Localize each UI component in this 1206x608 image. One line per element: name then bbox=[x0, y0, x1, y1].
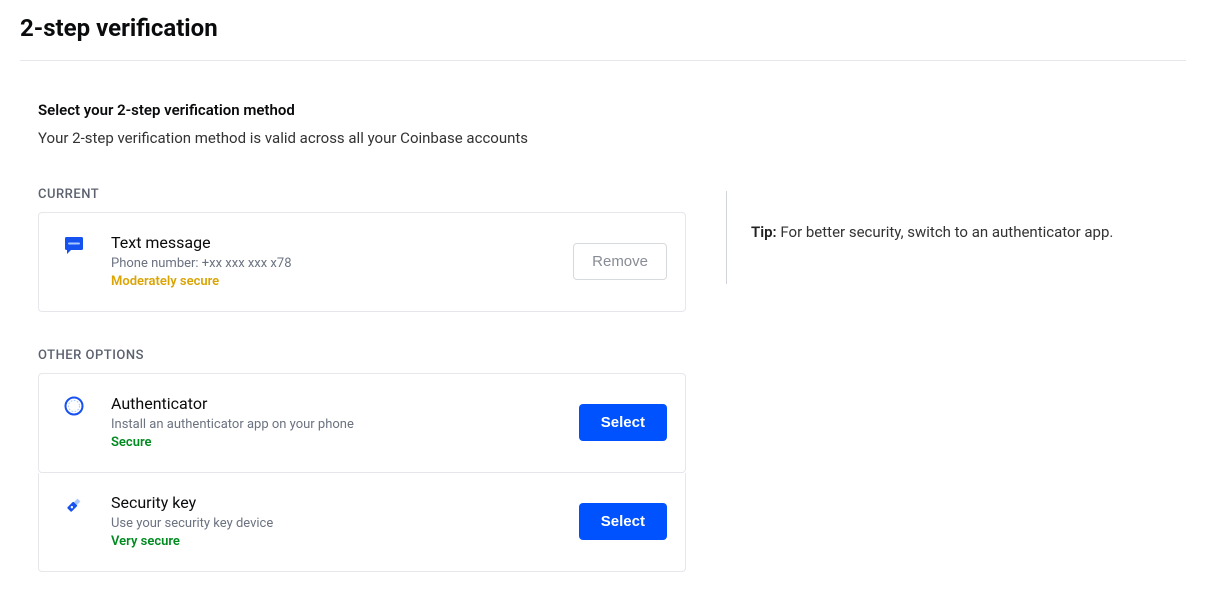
method-title: Security key bbox=[111, 493, 553, 512]
other-options-section: OTHER OPTIONS Authenticator Install an a… bbox=[38, 348, 686, 572]
security-level: Moderately secure bbox=[111, 274, 547, 289]
method-card-authenticator: Authenticator Install an authenticator a… bbox=[38, 373, 686, 473]
tip-label: Tip: bbox=[751, 223, 777, 241]
security-level: Secure bbox=[111, 435, 553, 450]
tip-panel: Tip: For better security, switch to an a… bbox=[726, 191, 1126, 284]
security-level: Very secure bbox=[111, 534, 553, 549]
security-key-icon bbox=[63, 495, 85, 517]
method-desc: Phone number: +xx xxx xxx x78 bbox=[111, 256, 547, 271]
section-label-current: CURRENT bbox=[38, 187, 686, 202]
sms-icon bbox=[63, 235, 85, 257]
select-button-authenticator[interactable]: Select bbox=[579, 404, 667, 441]
method-card-text-message: Text message Phone number: +xx xxx xxx x… bbox=[38, 212, 686, 312]
instructions: Select your 2-step verification method Y… bbox=[38, 101, 1186, 147]
remove-button[interactable]: Remove bbox=[573, 243, 667, 280]
current-section: CURRENT Text message Phone number: +xx x bbox=[38, 187, 686, 312]
page-header: 2-step verification bbox=[20, 0, 1186, 61]
instruction-title: Select your 2-step verification method bbox=[38, 101, 1186, 119]
method-desc: Use your security key device bbox=[111, 516, 553, 531]
section-label-other: OTHER OPTIONS bbox=[38, 348, 686, 363]
method-desc: Install an authenticator app on your pho… bbox=[111, 417, 553, 432]
tip-text: For better security, switch to an authen… bbox=[777, 223, 1114, 241]
instruction-subtitle: Your 2-step verification method is valid… bbox=[38, 129, 1186, 147]
select-button-security-key[interactable]: Select bbox=[579, 503, 667, 540]
page-title: 2-step verification bbox=[20, 14, 1186, 42]
authenticator-icon bbox=[63, 396, 85, 418]
method-title: Text message bbox=[111, 233, 547, 252]
method-title: Authenticator bbox=[111, 394, 553, 413]
method-card-security-key: Security key Use your security key devic… bbox=[38, 473, 686, 572]
